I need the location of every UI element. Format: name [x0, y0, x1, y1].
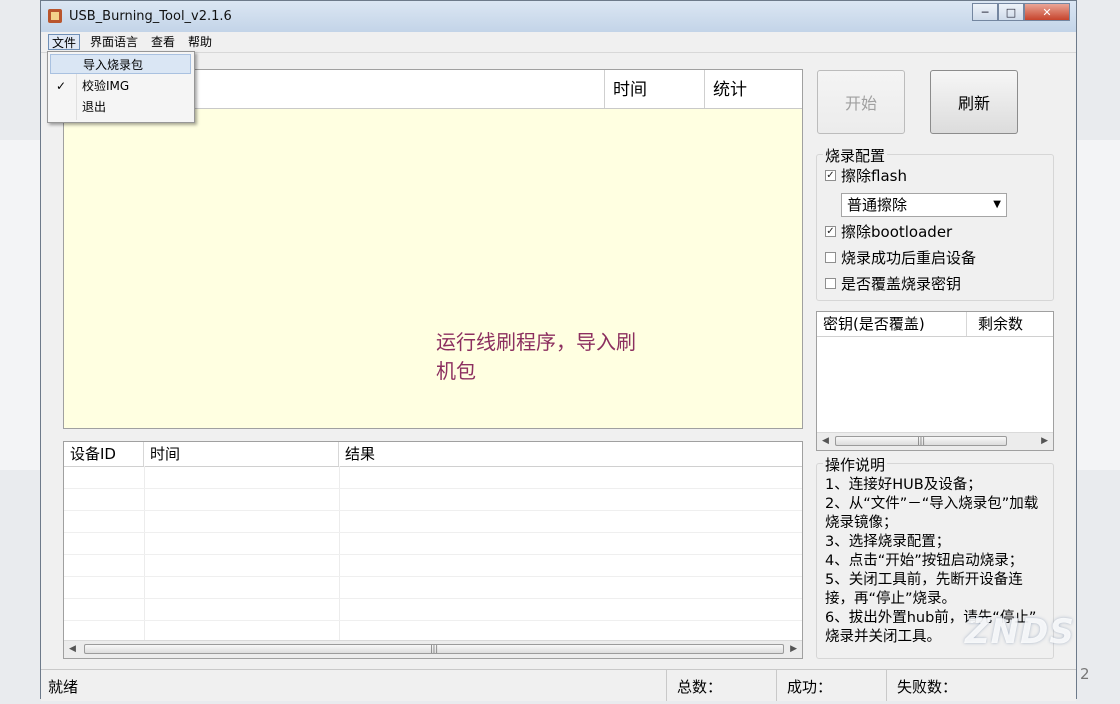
close-icon[interactable]: ✕ — [1024, 3, 1070, 21]
menu-item-label: 导入烧录包 — [83, 58, 144, 72]
checkbox-box[interactable]: ✓ — [825, 226, 836, 237]
menu-file[interactable]: 文件 — [48, 34, 81, 50]
checkmark-icon: ✓ — [56, 79, 67, 93]
key-col-key[interactable]: 密钥(是否覆盖) — [817, 312, 967, 336]
menu-item-exit[interactable]: 退出 — [48, 97, 194, 117]
scroll-right-arrow-icon[interactable]: ▶ — [1041, 436, 1048, 446]
scroll-left-arrow-icon[interactable]: ◀ — [822, 436, 829, 446]
instruction-line: 3、选择烧录配置； — [825, 534, 951, 550]
results-col-device-id[interactable]: 设备ID — [64, 442, 144, 466]
table-row — [64, 510, 802, 511]
key-col-remaining[interactable]: 剩余数 — [972, 312, 1052, 336]
refresh-button[interactable]: 刷新 — [930, 70, 1018, 134]
instruction-line: 接，再“停止”烧录。 — [825, 591, 957, 607]
window-controls: ─ □ ✕ — [972, 3, 1070, 21]
scroll-right-arrow-icon[interactable]: ▶ — [790, 644, 797, 654]
checkbox-label: 是否覆盖烧录密钥 — [841, 275, 962, 293]
key-table-header: 密钥(是否覆盖) 剩余数 — [817, 312, 1053, 337]
checkbox-label: 擦除bootloader — [841, 223, 953, 241]
checkbox-box[interactable] — [825, 278, 836, 289]
table-row — [64, 488, 802, 489]
log-col-time[interactable]: 时间 — [604, 70, 704, 108]
status-total: 总数： — [666, 670, 776, 701]
menu-help[interactable]: 帮助 — [185, 34, 215, 50]
scroll-left-arrow-icon[interactable]: ◀ — [69, 644, 76, 654]
log-message: 运行线刷程序，导入刷 机包 — [436, 328, 686, 386]
instruction-line: 1、连接好HUB及设备； — [825, 477, 982, 493]
table-row — [64, 598, 802, 599]
menu-language[interactable]: 界面语言 — [87, 34, 141, 50]
table-row — [64, 620, 802, 621]
results-col-time[interactable]: 时间 — [144, 442, 339, 466]
results-header: 设备ID 时间 结果 — [64, 442, 802, 467]
erase-mode-value: 普通擦除 — [847, 196, 908, 214]
file-dropdown-menu: 导入烧录包 ✓ 校验IMG 退出 — [47, 51, 195, 123]
menu-item-import-package[interactable]: 导入烧录包 — [50, 54, 191, 74]
table-row — [64, 576, 802, 577]
results-table: 设备ID 时间 结果 ◀ ||| ▶ — [63, 441, 803, 659]
title-bar: USB_Burning_Tool_v2.1.6 ─ □ ✕ — [41, 1, 1076, 32]
maximize-icon[interactable]: □ — [998, 3, 1024, 21]
key-horizontal-scrollbar[interactable]: ◀ ||| ▶ — [817, 432, 1053, 450]
results-horizontal-scrollbar[interactable]: ◀ ||| ▶ — [64, 640, 802, 658]
results-col-result[interactable]: 结果 — [339, 442, 802, 466]
page-number: 2 — [1080, 665, 1090, 683]
dropdown-arrow-icon[interactable]: ▼ — [993, 194, 1001, 216]
burn-config-title: 烧录配置 — [823, 145, 888, 166]
window-title: USB_Burning_Tool_v2.1.6 — [69, 9, 232, 24]
key-table: 密钥(是否覆盖) 剩余数 ◀ ||| ▶ — [816, 311, 1054, 451]
scrollbar-thumb[interactable]: ||| — [835, 436, 1007, 446]
scrollbar-thumb[interactable]: ||| — [84, 644, 784, 654]
app-window: USB_Burning_Tool_v2.1.6 ─ □ ✕ 文件 界面语言 查看… — [40, 0, 1077, 701]
table-row — [64, 554, 802, 555]
log-message-line: 机包 — [436, 359, 476, 383]
log-message-line: 运行线刷程序，导入刷 — [436, 330, 636, 354]
instruction-line: 5、关闭工具前，先断开设备连 — [825, 572, 1023, 588]
status-ready: 就绪 — [48, 678, 79, 696]
checkbox-box[interactable] — [825, 252, 836, 263]
menu-item-label: 校验IMG — [82, 79, 130, 93]
menu-item-verify-img[interactable]: ✓ 校验IMG — [48, 76, 194, 96]
minimize-icon[interactable]: ─ — [972, 3, 998, 21]
erase-mode-select[interactable]: 普通擦除 ▼ — [841, 193, 1007, 217]
instruction-line: 烧录镜像； — [825, 515, 898, 531]
menu-bar: 文件 界面语言 查看 帮助 — [41, 32, 1076, 53]
checkbox-label: 烧录成功后重启设备 — [841, 249, 977, 267]
status-success: 成功： — [776, 670, 886, 701]
checkbox-box[interactable]: ✓ — [825, 170, 836, 181]
instruction-line: 4、点击“开始”按钮启动烧录； — [825, 553, 1024, 569]
app-icon — [48, 9, 62, 23]
menu-view[interactable]: 查看 — [148, 34, 178, 50]
instruction-line: 2、从“文件”－“导入烧录包”加载 — [825, 496, 1039, 512]
log-col-stats[interactable]: 统计 — [704, 70, 802, 108]
status-bar: 就绪 总数： 成功： 失败数： — [41, 669, 1076, 701]
instructions-title: 操作说明 — [823, 454, 888, 475]
watermark-logo: ZNDS — [965, 612, 1075, 652]
menu-item-label: 退出 — [82, 100, 107, 114]
status-fail: 失败数： — [886, 670, 1076, 701]
table-row — [64, 532, 802, 533]
start-button[interactable]: 开始 — [817, 70, 905, 134]
log-panel: 时间 统计 运行线刷程序，导入刷 机包 — [63, 69, 803, 429]
checkbox-label: 擦除flash — [841, 167, 907, 185]
